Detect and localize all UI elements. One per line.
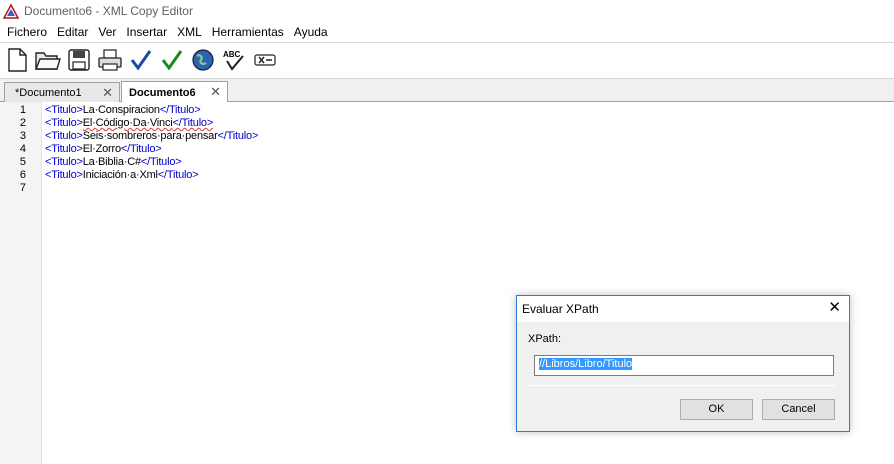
close-icon[interactable]: ✕ (210, 84, 221, 100)
svg-text:ABC: ABC (223, 50, 241, 59)
xpath-label: XPath: (528, 333, 562, 345)
ok-button[interactable]: OK (680, 399, 753, 420)
spellcheck-button[interactable]: ABC (219, 46, 249, 74)
open-tag: <Titulo> (45, 117, 83, 129)
line-number: 3 (19, 130, 26, 142)
dialog-title: Evaluar XPath (522, 302, 599, 316)
close-icon[interactable]: ✕ (102, 85, 113, 101)
xpath-dialog: Evaluar XPath ✕ XPath: //Libros/Libro/Ti… (516, 295, 850, 432)
menu-ver[interactable]: Ver (93, 22, 121, 42)
check-wellformed-icon (130, 50, 152, 71)
menu-bar: Fichero Editar Ver Insertar XML Herramie… (0, 22, 894, 43)
browser-button[interactable] (188, 46, 218, 74)
line-number: 5 (19, 156, 26, 168)
window-title: Documento6 - XML Copy Editor (24, 4, 193, 18)
tab-label: *Documento1 (15, 86, 82, 99)
open-tag: <Titulo> (45, 130, 83, 142)
tab-documento6[interactable]: Documento6 ✕ (121, 81, 228, 103)
check-wellformed-button[interactable] (126, 46, 156, 74)
close-tag: </Titulo> (159, 104, 201, 116)
new-document-icon (8, 48, 27, 72)
menu-xml[interactable]: XML (172, 22, 207, 42)
close-icon[interactable]: ✕ (828, 300, 841, 316)
line-number: 1 (19, 104, 26, 116)
save-button[interactable] (64, 46, 94, 74)
element-text: El·Zorro (82, 143, 121, 155)
spellcheck-icon: ABC (223, 50, 244, 71)
code-line[interactable]: <Titulo>Iniciación·a·Xml</Titulo> (45, 169, 199, 181)
close-tag: </Titulo> (172, 117, 214, 129)
toolbar: ABC (0, 44, 894, 76)
line-number: 7 (19, 182, 26, 194)
save-icon (68, 49, 90, 71)
open-tag: <Titulo> (45, 169, 83, 181)
close-tag: </Titulo> (140, 156, 182, 168)
tab-label: Documento6 (129, 86, 196, 99)
document-tabs: *Documento1 ✕ Documento6 ✕ (0, 78, 894, 103)
validate-button[interactable] (157, 46, 187, 74)
code-line[interactable]: <Titulo>El·Zorro</Titulo> (45, 143, 162, 155)
divider (528, 385, 836, 386)
open-button[interactable] (33, 46, 63, 74)
element-text: El·Código·Da·Vinci (82, 117, 173, 129)
new-document-button[interactable] (2, 46, 32, 74)
print-button[interactable] (95, 46, 125, 74)
dialog-titlebar: Evaluar XPath ✕ (517, 296, 849, 322)
line-number: 4 (19, 143, 26, 155)
code-line[interactable]: <Titulo>El·Código·Da·Vinci</Titulo> (45, 117, 213, 129)
xpath-button[interactable] (250, 46, 280, 74)
line-number: 6 (19, 169, 26, 181)
tab-documento1[interactable]: *Documento1 ✕ (4, 82, 120, 102)
menu-ayuda[interactable]: Ayuda (289, 22, 333, 42)
element-text: Iniciación·a·Xml (82, 169, 158, 181)
xpath-icon (254, 54, 276, 66)
menu-herramientas[interactable]: Herramientas (207, 22, 289, 42)
element-text: La·Biblia·C# (82, 156, 141, 168)
close-tag: </Titulo> (157, 169, 199, 181)
open-tag: <Titulo> (45, 104, 83, 116)
xpath-input[interactable]: //Libros/Libro/Titulo (534, 355, 834, 376)
open-tag: <Titulo> (45, 143, 83, 155)
browser-icon (192, 49, 214, 71)
print-icon (98, 49, 122, 71)
menu-editar[interactable]: Editar (52, 22, 93, 42)
line-number: 2 (19, 117, 26, 129)
element-text: Seis·sombreros·para·pensar (82, 130, 218, 142)
open-folder-icon (35, 52, 61, 70)
close-tag: </Titulo> (217, 130, 259, 142)
validate-icon (161, 50, 183, 71)
code-line[interactable]: <Titulo>La·Conspiracion</Titulo> (45, 104, 201, 116)
window-titlebar: Documento6 - XML Copy Editor (0, 0, 894, 22)
menu-fichero[interactable]: Fichero (2, 22, 52, 42)
code-line[interactable]: <Titulo>La·Biblia·C#</Titulo> (45, 156, 182, 168)
app-logo-icon (2, 3, 20, 19)
cancel-button[interactable]: Cancel (762, 399, 835, 420)
close-tag: </Titulo> (120, 143, 162, 155)
xpath-input-value: //Libros/Libro/Titulo (539, 358, 633, 370)
open-tag: <Titulo> (45, 156, 83, 168)
code-line[interactable]: <Titulo>Seis·sombreros·para·pensar</Titu… (45, 130, 258, 142)
element-text: La·Conspiracion (82, 104, 160, 116)
menu-insertar[interactable]: Insertar (121, 22, 172, 42)
